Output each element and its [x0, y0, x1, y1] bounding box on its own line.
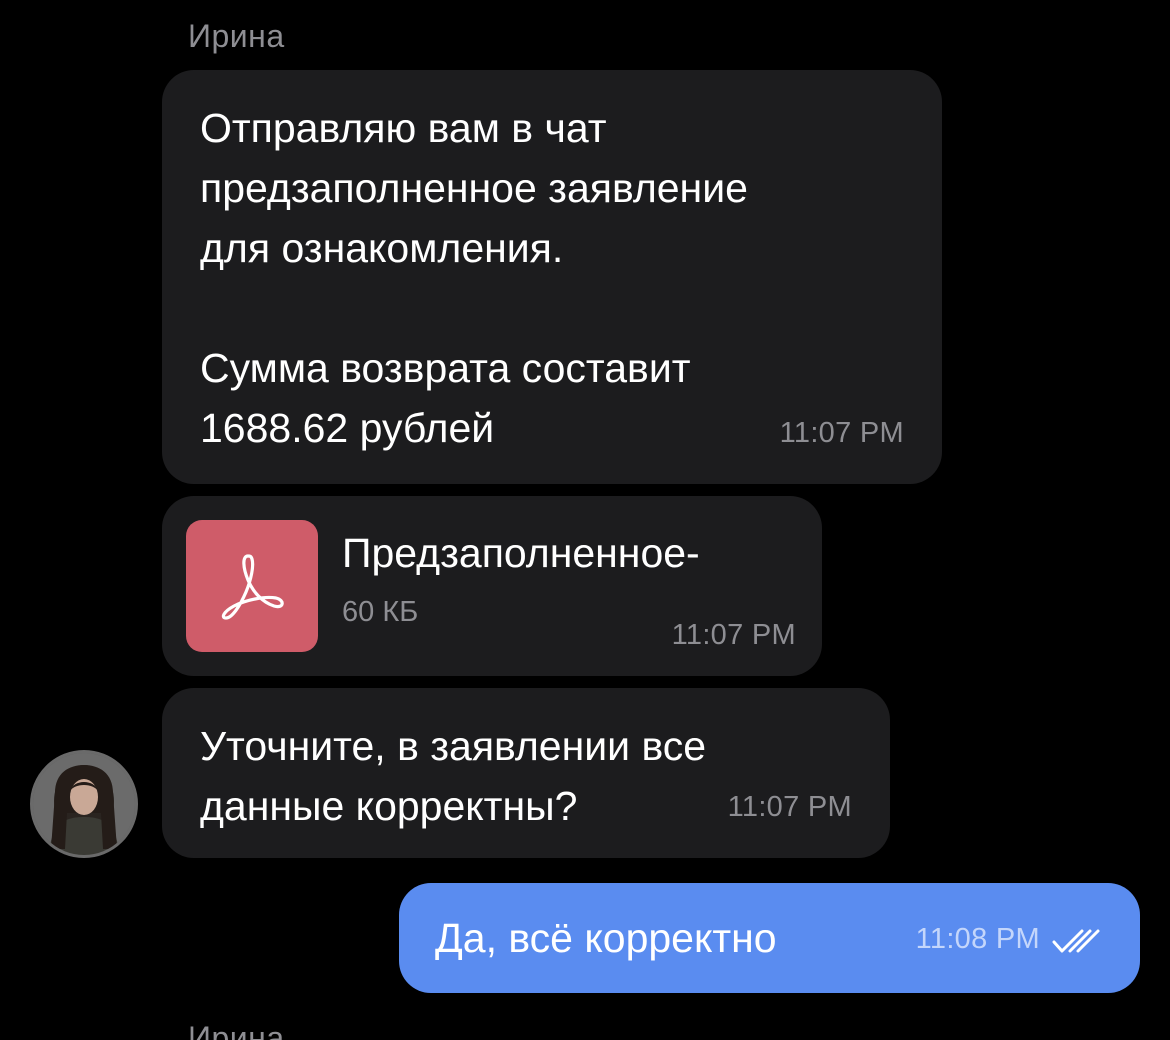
outgoing-message-bubble[interactable]: Да, всё корректно 11:08 PM — [399, 883, 1140, 993]
avatar[interactable] — [30, 750, 138, 858]
file-name: Предзаполненное- — [342, 530, 700, 576]
incoming-message-bubble[interactable]: Уточните, в заявлении все данные коррект… — [162, 688, 890, 858]
message-time: 11:07 PM — [779, 417, 904, 449]
message-text: Отправляю вам в чат предзаполненное заяв… — [200, 105, 748, 451]
message-time: 11:08 PM — [915, 923, 1040, 955]
message-time: 11:07 PM — [727, 791, 852, 823]
message-text: Уточните, в заявлении все данные коррект… — [200, 723, 707, 829]
incoming-message-bubble[interactable]: Отправляю вам в чат предзаполненное заяв… — [162, 70, 942, 484]
message-time: 11:07 PM — [671, 619, 796, 651]
double-check-icon — [1052, 929, 1100, 953]
file-attachment-bubble[interactable]: Предзаполненное- 60 КБ 11:07 PM — [162, 496, 822, 676]
sender-name: Ирина — [188, 18, 285, 54]
file-size: 60 КБ — [342, 596, 419, 628]
sender-name: Ирина — [188, 1020, 285, 1040]
chat-view: Ирина Отправляю вам в чат предзаполненно… — [0, 0, 1170, 1040]
pdf-icon[interactable] — [186, 520, 318, 652]
message-text: Да, всё корректно — [435, 915, 777, 961]
